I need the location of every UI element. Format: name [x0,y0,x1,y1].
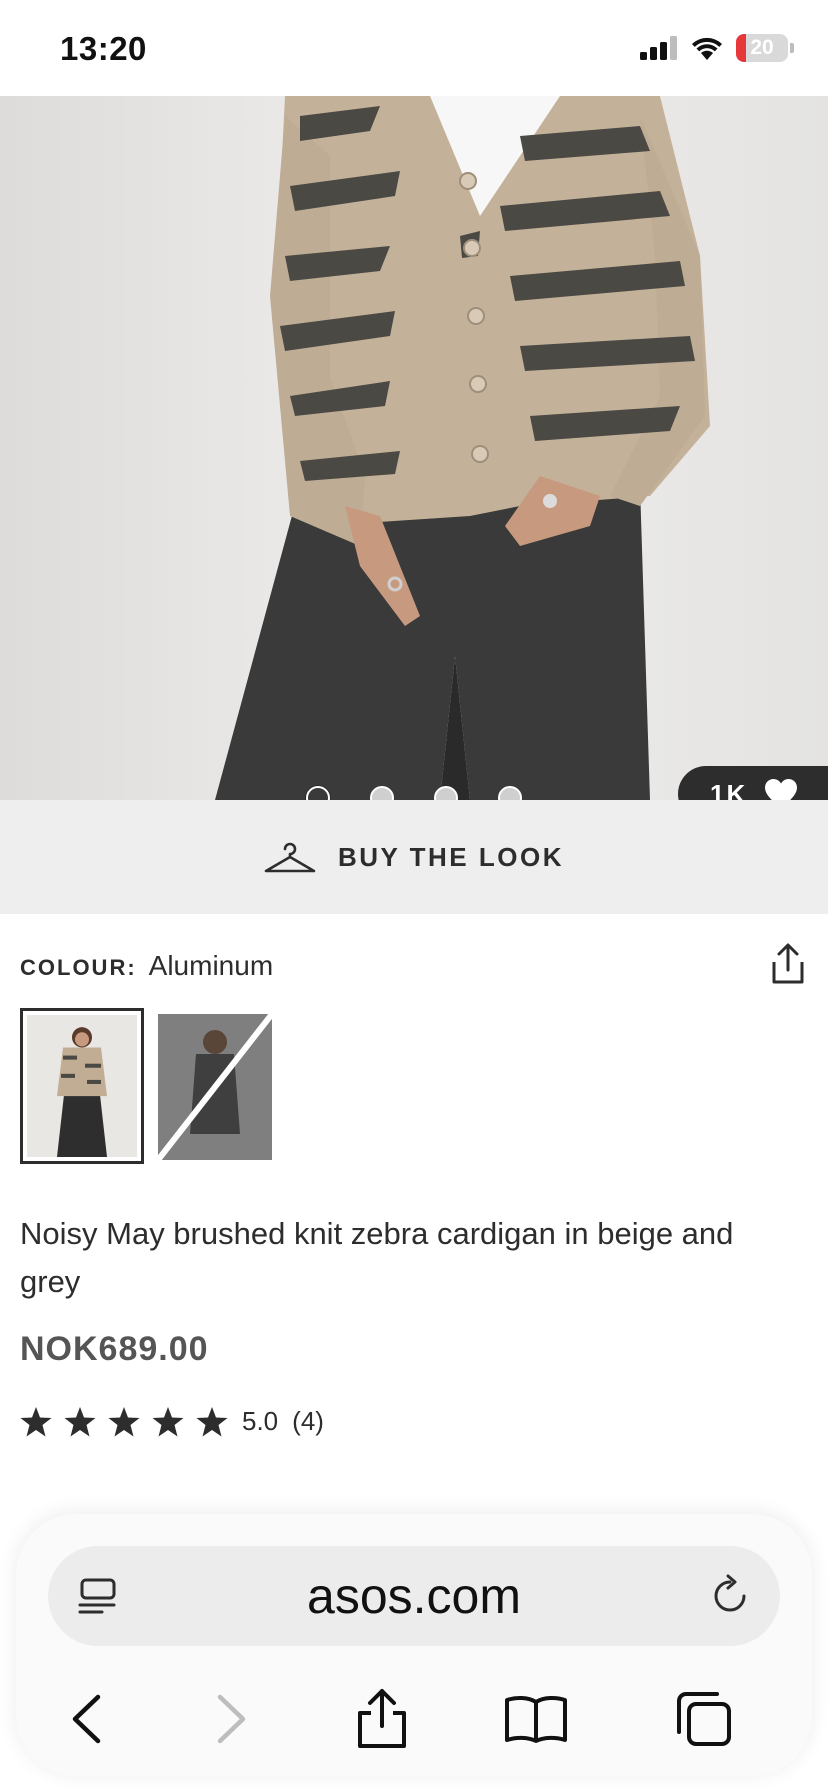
forward-button[interactable] [192,1674,272,1764]
status-time: 13:20 [60,30,147,67]
status-icons: 20 [640,34,794,62]
product-rating[interactable]: 5.0 (4) [20,1406,324,1437]
tabs-button[interactable] [664,1674,744,1764]
product-image-gallery[interactable]: 1K [0,96,828,800]
share-button[interactable] [766,942,810,986]
book-icon [505,1695,567,1743]
cellular-signal-icon [640,36,677,60]
back-button[interactable] [46,1674,126,1764]
share-icon [358,1689,406,1748]
rating-stars [20,1406,228,1437]
swatch-image [158,1014,272,1160]
battery-icon: 20 [736,34,788,62]
chevron-right-icon [217,1694,246,1744]
reader-icon[interactable] [76,1574,120,1618]
browser-nav-row [16,1674,812,1764]
swatch-image [27,1015,137,1157]
address-bar[interactable]: asos.com [48,1546,780,1646]
share-icon [772,943,804,984]
star-icon [152,1406,184,1436]
url-text: asos.com [307,1568,521,1624]
colour-row: COLOUR: Aluminum [20,950,273,982]
battery-percent: 20 [750,36,774,59]
tabs-icon [677,1692,731,1746]
chevron-left-icon [72,1694,101,1744]
pagination-dot[interactable] [370,786,394,800]
swatch-unavailable[interactable] [158,1014,272,1160]
rating-count: (4) [292,1406,324,1436]
bookmarks-button[interactable] [496,1674,576,1764]
status-bar: 13:20 20 [0,0,828,96]
browser-toolbar: asos.com [16,1514,812,1776]
share-page-button[interactable] [342,1674,422,1764]
colour-label: COLOUR: [20,955,137,980]
hanger-icon [264,842,316,873]
buy-the-look-button[interactable]: BUY THE LOOK [0,800,828,914]
product-title: Noisy May brushed knit zebra cardigan in… [20,1216,734,1299]
reload-icon[interactable] [708,1574,752,1618]
star-icon [20,1406,52,1436]
star-icon [64,1406,96,1436]
swatch-selected[interactable] [20,1008,144,1164]
save-count: 1K [710,778,748,801]
pagination-dot[interactable] [434,786,458,800]
product-price: NOK689.00 [20,1330,209,1368]
pagination-dot[interactable] [306,786,330,800]
colour-value: Aluminum [148,950,274,981]
star-icon [196,1406,228,1436]
star-icon [108,1406,140,1436]
pagination-dot[interactable] [498,786,522,800]
heart-icon [765,779,798,800]
save-for-later-button[interactable]: 1K [678,766,828,800]
product-photo [0,96,828,800]
colour-swatches [20,1008,272,1164]
battery-nub [790,43,794,53]
rating-value: 5.0 [242,1406,279,1436]
product-page: 13:20 20 1K BUY THE LOOK COLOUR: Aluminu… [0,0,828,1792]
buy-the-look-label: BUY THE LOOK [338,841,564,872]
wifi-icon [692,37,722,60]
